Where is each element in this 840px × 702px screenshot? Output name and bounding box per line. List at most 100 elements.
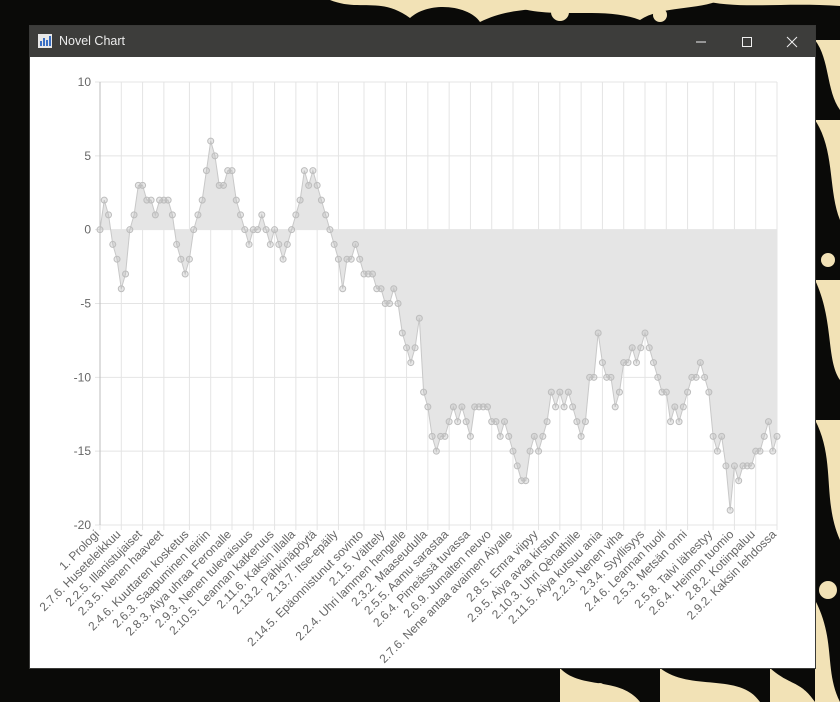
data-point bbox=[449, 403, 457, 411]
data-point bbox=[241, 226, 249, 234]
data-point bbox=[151, 211, 159, 219]
data-point bbox=[552, 403, 560, 411]
data-point bbox=[573, 418, 581, 426]
close-button[interactable] bbox=[769, 26, 815, 57]
data-point bbox=[773, 432, 781, 440]
data-point bbox=[458, 403, 466, 411]
data-point bbox=[266, 240, 274, 248]
data-point bbox=[211, 152, 219, 160]
data-point bbox=[624, 359, 632, 367]
data-point bbox=[466, 432, 474, 440]
data-point bbox=[305, 181, 313, 189]
data-point bbox=[492, 418, 500, 426]
data-point bbox=[539, 432, 547, 440]
data-point bbox=[522, 477, 530, 485]
data-point bbox=[764, 418, 772, 426]
y-tick-label: 10 bbox=[78, 75, 92, 89]
title-bar[interactable]: Novel Chart bbox=[30, 26, 815, 57]
data-point bbox=[530, 432, 538, 440]
data-point bbox=[185, 255, 193, 263]
data-point bbox=[726, 506, 734, 514]
data-point bbox=[202, 167, 210, 175]
data-point bbox=[735, 477, 743, 485]
data-point bbox=[254, 226, 262, 234]
chart-window: Novel Chart 10 5 0 -5 -10 -15 -20 1. Prologi 2.… bbox=[30, 26, 815, 668]
data-point bbox=[428, 432, 436, 440]
data-point bbox=[403, 344, 411, 352]
data-point bbox=[722, 462, 730, 470]
data-point bbox=[701, 373, 709, 381]
data-point bbox=[692, 373, 700, 381]
data-point bbox=[190, 226, 198, 234]
data-point bbox=[283, 240, 291, 248]
data-point bbox=[258, 211, 266, 219]
data-point bbox=[228, 167, 236, 175]
data-point bbox=[611, 403, 619, 411]
y-tick-label: 5 bbox=[84, 149, 91, 163]
data-point bbox=[432, 447, 440, 455]
data-point bbox=[513, 462, 521, 470]
area-chart: 1050-5-10-15-20 1. Prologi2.7.6. Husetel… bbox=[37, 75, 781, 666]
data-point bbox=[675, 418, 683, 426]
data-point bbox=[564, 388, 572, 396]
data-point bbox=[756, 447, 764, 455]
data-point bbox=[667, 418, 675, 426]
data-point bbox=[292, 211, 300, 219]
data-point bbox=[590, 373, 598, 381]
data-point bbox=[245, 240, 253, 248]
y-tick-label: -5 bbox=[80, 297, 91, 311]
minimize-icon bbox=[696, 41, 706, 43]
data-point bbox=[117, 285, 125, 293]
data-point bbox=[219, 181, 227, 189]
data-point bbox=[709, 432, 717, 440]
data-point bbox=[441, 432, 449, 440]
data-point bbox=[420, 388, 428, 396]
data-point bbox=[300, 167, 308, 175]
data-point bbox=[109, 240, 117, 248]
data-point bbox=[288, 226, 296, 234]
data-point bbox=[351, 240, 359, 248]
data-point bbox=[556, 388, 564, 396]
data-point bbox=[237, 211, 245, 219]
data-point bbox=[615, 388, 623, 396]
data-point bbox=[113, 255, 121, 263]
data-point bbox=[386, 300, 394, 307]
data-point bbox=[317, 196, 325, 204]
data-point bbox=[718, 432, 726, 440]
close-icon bbox=[786, 36, 798, 48]
data-point bbox=[275, 240, 283, 248]
data-point bbox=[594, 329, 602, 337]
data-point bbox=[198, 196, 206, 204]
data-point bbox=[415, 314, 423, 322]
data-point bbox=[684, 388, 692, 396]
minimize-button[interactable] bbox=[678, 26, 724, 57]
data-point bbox=[339, 285, 347, 293]
data-point bbox=[394, 300, 402, 307]
data-point bbox=[181, 270, 189, 278]
data-point bbox=[577, 432, 585, 440]
data-point bbox=[232, 196, 240, 204]
data-point bbox=[730, 462, 738, 470]
data-point bbox=[105, 211, 113, 219]
data-point bbox=[164, 196, 172, 204]
y-tick-label: -10 bbox=[74, 370, 92, 384]
data-point bbox=[390, 285, 398, 293]
data-point bbox=[322, 211, 330, 219]
data-point bbox=[569, 403, 577, 411]
data-point bbox=[713, 447, 721, 455]
data-point bbox=[296, 196, 304, 204]
data-point bbox=[377, 285, 385, 293]
data-point bbox=[679, 403, 687, 411]
data-point bbox=[462, 418, 470, 426]
data-point bbox=[207, 137, 215, 145]
data-point bbox=[126, 226, 134, 234]
series-area bbox=[100, 141, 777, 511]
data-point bbox=[645, 344, 653, 352]
data-point bbox=[760, 432, 768, 440]
data-point bbox=[705, 388, 713, 396]
maximize-button[interactable] bbox=[724, 26, 770, 57]
data-point bbox=[598, 359, 606, 367]
data-point bbox=[671, 403, 679, 411]
data-point bbox=[173, 240, 181, 248]
data-point bbox=[194, 211, 202, 219]
